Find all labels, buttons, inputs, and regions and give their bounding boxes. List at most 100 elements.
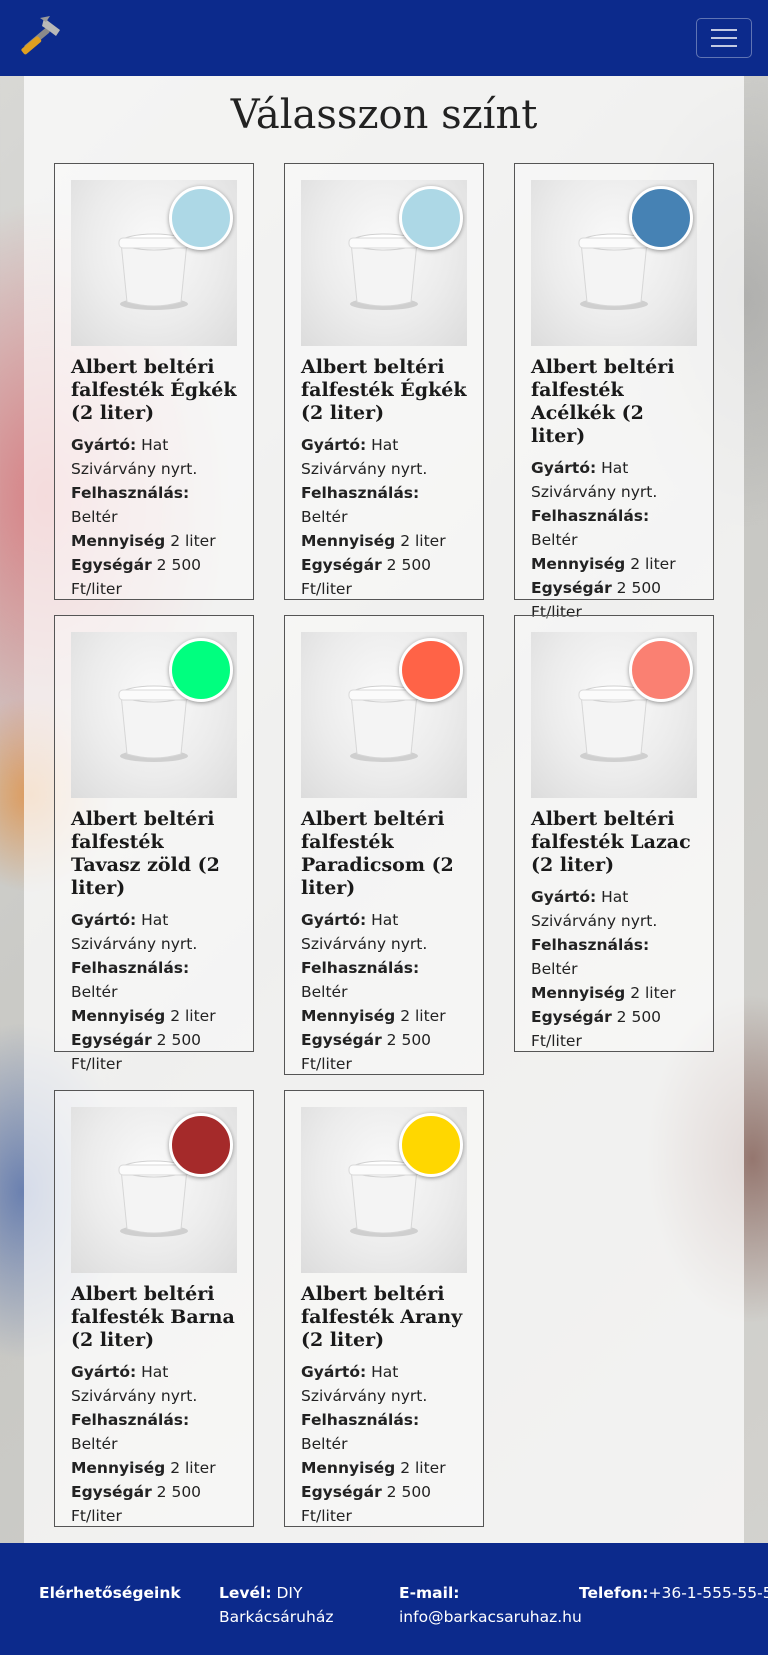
usage-value: Beltér bbox=[301, 1435, 348, 1453]
unit-price-label: Egységár bbox=[71, 1483, 152, 1501]
unit-price-label: Egységár bbox=[71, 556, 152, 574]
hammer-icon[interactable] bbox=[16, 12, 68, 64]
unit-price-label: Egységár bbox=[531, 579, 612, 597]
hamburger-icon bbox=[711, 29, 737, 31]
usage-value: Beltér bbox=[71, 508, 118, 526]
quantity-value: 2 liter bbox=[630, 984, 676, 1002]
product-title[interactable]: Albert beltéri falfesték Arany (2 liter) bbox=[301, 1283, 467, 1352]
product-image[interactable] bbox=[531, 632, 697, 798]
usage-label: Felhasználás: bbox=[301, 484, 420, 502]
quantity-label: Mennyiség bbox=[71, 1459, 166, 1477]
product-image[interactable] bbox=[71, 1107, 237, 1273]
color-swatch bbox=[399, 1113, 463, 1177]
product-card[interactable]: Albert beltéri falfesték Égkék (2 liter)… bbox=[284, 163, 484, 600]
usage-label: Felhasználás: bbox=[71, 484, 190, 502]
quantity-label: Mennyiség bbox=[301, 1459, 396, 1477]
product-card[interactable]: Albert beltéri falfesték Barna (2 liter)… bbox=[54, 1090, 254, 1527]
color-swatch bbox=[169, 186, 233, 250]
usage-value: Beltér bbox=[531, 960, 578, 978]
manufacturer-label: Gyártó: bbox=[301, 1363, 367, 1381]
unit-price-label: Egységár bbox=[301, 556, 382, 574]
menu-toggle-button[interactable] bbox=[696, 18, 752, 58]
usage-value: Beltér bbox=[301, 983, 348, 1001]
color-swatch bbox=[399, 638, 463, 702]
product-card[interactable]: Albert beltéri falfesték Arany (2 liter)… bbox=[284, 1090, 484, 1527]
manufacturer-label: Gyártó: bbox=[531, 459, 597, 477]
product-specs: Gyártó: Hat Szivárvány nyrt. Felhasználá… bbox=[71, 1360, 237, 1528]
product-title[interactable]: Albert beltéri falfesték Tavasz zöld (2 … bbox=[71, 808, 237, 900]
product-specs: Gyártó: Hat Szivárvány nyrt. Felhasználá… bbox=[301, 1360, 467, 1528]
unit-price-label: Egységár bbox=[531, 1008, 612, 1026]
quantity-value: 2 liter bbox=[170, 1007, 216, 1025]
product-title[interactable]: Albert beltéri falfesték Égkék (2 liter) bbox=[71, 356, 237, 425]
manufacturer-label: Gyártó: bbox=[301, 436, 367, 454]
product-card[interactable]: Albert beltéri falfesték Égkék (2 liter)… bbox=[54, 163, 254, 600]
quantity-label: Mennyiség bbox=[531, 555, 626, 573]
product-image[interactable] bbox=[531, 180, 697, 346]
product-specs: Gyártó: Hat Szivárvány nyrt. Felhasználá… bbox=[71, 433, 237, 601]
usage-label: Felhasználás: bbox=[71, 1411, 190, 1429]
manufacturer-label: Gyártó: bbox=[531, 888, 597, 906]
footer-phone-value[interactable]: +36-1-555-55-55 bbox=[648, 1584, 768, 1602]
unit-price-label: Egységár bbox=[301, 1483, 382, 1501]
usage-value: Beltér bbox=[531, 531, 578, 549]
product-card[interactable]: Albert beltéri falfesték Paradicsom (2 l… bbox=[284, 615, 484, 1075]
manufacturer-label: Gyártó: bbox=[71, 1363, 137, 1381]
product-specs: Gyártó: Hat Szivárvány nyrt. Felhasználá… bbox=[301, 908, 467, 1076]
usage-label: Felhasználás: bbox=[301, 1411, 420, 1429]
usage-value: Beltér bbox=[301, 508, 348, 526]
footer: Elérhetőségeink Levél: DIY Barkácsáruház… bbox=[0, 1543, 768, 1655]
color-swatch bbox=[169, 638, 233, 702]
product-title[interactable]: Albert beltéri falfesték Barna (2 liter) bbox=[71, 1283, 237, 1352]
product-title[interactable]: Albert beltéri falfesték Acélkék (2 lite… bbox=[531, 356, 697, 448]
quantity-label: Mennyiség bbox=[301, 532, 396, 550]
page-title: Válasszon színt bbox=[230, 92, 538, 138]
usage-label: Felhasználás: bbox=[71, 959, 190, 977]
unit-price-label: Egységár bbox=[71, 1031, 152, 1049]
footer-email: E-mail: info@barkacsaruhaz.hu bbox=[399, 1581, 582, 1629]
product-image[interactable] bbox=[301, 1107, 467, 1273]
usage-label: Felhasználás: bbox=[531, 507, 650, 525]
usage-value: Beltér bbox=[71, 983, 118, 1001]
quantity-value: 2 liter bbox=[170, 532, 216, 550]
footer-phone-label: Telefon: bbox=[579, 1584, 649, 1602]
product-title[interactable]: Albert beltéri falfesték Lazac (2 liter) bbox=[531, 808, 697, 877]
quantity-value: 2 liter bbox=[400, 1459, 446, 1477]
quantity-label: Mennyiség bbox=[531, 984, 626, 1002]
quantity-value: 2 liter bbox=[170, 1459, 216, 1477]
manufacturer-label: Gyártó: bbox=[301, 911, 367, 929]
footer-phone: Telefon:+36-1-555-55-55 bbox=[579, 1581, 768, 1605]
product-card[interactable]: Albert beltéri falfesték Acélkék (2 lite… bbox=[514, 163, 714, 621]
usage-label: Felhasználás: bbox=[531, 936, 650, 954]
quantity-label: Mennyiség bbox=[71, 1007, 166, 1025]
product-image[interactable] bbox=[71, 632, 237, 798]
manufacturer-label: Gyártó: bbox=[71, 911, 137, 929]
footer-email-label: E-mail: bbox=[399, 1584, 460, 1602]
usage-label: Felhasználás: bbox=[301, 959, 420, 977]
color-swatch bbox=[399, 186, 463, 250]
product-card[interactable]: Albert beltéri falfesték Lazac (2 liter)… bbox=[514, 615, 714, 1052]
footer-heading: Elérhetőségeink bbox=[39, 1584, 181, 1602]
product-image[interactable] bbox=[301, 632, 467, 798]
product-image[interactable] bbox=[71, 180, 237, 346]
product-specs: Gyártó: Hat Szivárvány nyrt. Felhasználá… bbox=[301, 433, 467, 601]
navbar bbox=[0, 0, 768, 76]
manufacturer-label: Gyártó: bbox=[71, 436, 137, 454]
color-swatch bbox=[629, 186, 693, 250]
footer-mail: Levél: DIY Barkácsáruház bbox=[219, 1581, 379, 1629]
color-swatch bbox=[169, 1113, 233, 1177]
quantity-value: 2 liter bbox=[400, 1007, 446, 1025]
quantity-label: Mennyiség bbox=[71, 532, 166, 550]
quantity-value: 2 liter bbox=[630, 555, 676, 573]
product-card[interactable]: Albert beltéri falfesték Tavasz zöld (2 … bbox=[54, 615, 254, 1073]
product-title[interactable]: Albert beltéri falfesték Paradicsom (2 l… bbox=[301, 808, 467, 900]
product-title[interactable]: Albert beltéri falfesték Égkék (2 liter) bbox=[301, 356, 467, 425]
product-specs: Gyártó: Hat Szivárvány nyrt. Felhasználá… bbox=[531, 456, 697, 624]
footer-email-value[interactable]: info@barkacsaruhaz.hu bbox=[399, 1608, 582, 1626]
product-image[interactable] bbox=[301, 180, 467, 346]
quantity-value: 2 liter bbox=[400, 532, 446, 550]
unit-price-label: Egységár bbox=[301, 1031, 382, 1049]
footer-mail-label: Levél: bbox=[219, 1584, 272, 1602]
quantity-label: Mennyiség bbox=[301, 1007, 396, 1025]
usage-value: Beltér bbox=[71, 1435, 118, 1453]
